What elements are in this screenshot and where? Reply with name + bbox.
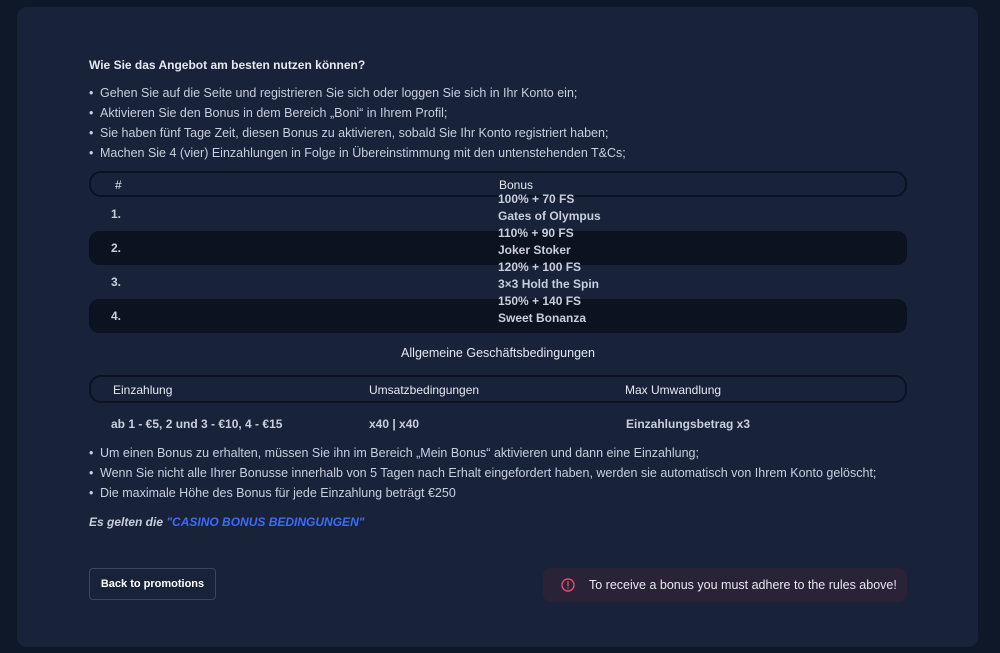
casino-terms-link[interactable]: "CASINO BONUS BEDINGUNGEN"	[166, 515, 364, 529]
row-bonus: 100% + 70 FS Gates of Olympus	[498, 191, 601, 225]
column-header-number: #	[115, 178, 122, 192]
bonus-offer: 100% + 70 FS	[498, 192, 575, 206]
row-number: 4.	[111, 309, 122, 323]
list-item: Sie haben fünf Tage Zeit, diesen Bonus z…	[89, 123, 907, 143]
terms-title: Allgemeine Geschäftsbedingungen	[401, 346, 595, 360]
column-header-deposit: Einzahlung	[113, 383, 173, 397]
back-to-promotions-button[interactable]: Back to promotions	[89, 568, 216, 600]
promo-card: Wie Sie das Angebot am besten nutzen kön…	[17, 7, 978, 647]
terms-table-header: Einzahlung Umsatzbedingungen Max Umwandl…	[89, 375, 907, 403]
terms-note: Es gelten die "CASINO BONUS BEDINGUNGEN"	[89, 515, 907, 529]
how-to-heading: Wie Sie das Angebot am besten nutzen kön…	[89, 58, 366, 72]
table-row: 4. 150% + 140 FS Sweet Bonanza	[89, 294, 907, 333]
list-item: Machen Sie 4 (vier) Einzahlungen in Folg…	[89, 143, 907, 163]
rules-list: Um einen Bonus zu erhalten, müssen Sie i…	[89, 443, 907, 503]
bonus-game: Sweet Bonanza	[498, 311, 587, 325]
table-row: ab 1 - €5, 2 und 3 - €10, 4 - €15 x40 | …	[89, 403, 907, 443]
row-bonus: 120% + 100 FS 3×3 Hold the Spin	[498, 259, 599, 293]
column-header-bonus: Bonus	[499, 178, 534, 192]
bonus-game: Gates of Olympus	[498, 209, 601, 223]
wagering-value: x40 | x40	[369, 417, 420, 431]
row-number: 3.	[111, 275, 122, 289]
list-item: Um einen Bonus zu erhalten, müssen Sie i…	[89, 443, 907, 463]
bonus-offer: 120% + 100 FS	[498, 260, 582, 274]
column-header-wagering: Umsatzbedingungen	[369, 383, 480, 397]
list-item: Aktivieren Sie den Bonus in dem Bereich …	[89, 103, 907, 123]
row-bonus: 150% + 140 FS Sweet Bonanza	[498, 293, 586, 327]
promo-content: Wie Sie das Angebot am besten nutzen kön…	[89, 57, 907, 541]
alert-message: To receive a bonus you must adhere to th…	[589, 578, 897, 592]
bonus-game: 3×3 Hold the Spin	[498, 277, 600, 291]
steps-list: Gehen Sie auf die Seite und registrieren…	[89, 83, 907, 163]
bonus-offer: 110% + 90 FS	[498, 226, 574, 240]
list-item: Gehen Sie auf die Seite und registrieren…	[89, 83, 907, 103]
max-value: Einzahlungsbetrag x3	[626, 417, 751, 431]
terms-table: Einzahlung Umsatzbedingungen Max Umwandl…	[89, 375, 907, 443]
info-icon	[561, 578, 575, 592]
row-number: 2.	[111, 241, 122, 255]
column-header-max: Max Umwandlung	[625, 383, 722, 397]
row-bonus: 110% + 90 FS Joker Stoker	[498, 225, 574, 259]
terms-note-prefix: Es gelten die	[89, 515, 167, 529]
row-number: 1.	[111, 207, 122, 221]
bonus-game: Joker Stoker	[498, 243, 571, 257]
list-item: Wenn Sie nicht alle Ihrer Bonusse innerh…	[89, 463, 907, 483]
bonus-offer: 150% + 140 FS	[498, 294, 582, 308]
deposit-value: ab 1 - €5, 2 und 3 - €10, 4 - €15	[111, 417, 283, 431]
bonus-table: # Bonus 1. 100% + 70 FS Gates of Olympus…	[89, 171, 907, 333]
rules-alert: To receive a bonus you must adhere to th…	[543, 568, 907, 602]
list-item: Die maximale Höhe des Bonus für jede Ein…	[89, 483, 907, 503]
